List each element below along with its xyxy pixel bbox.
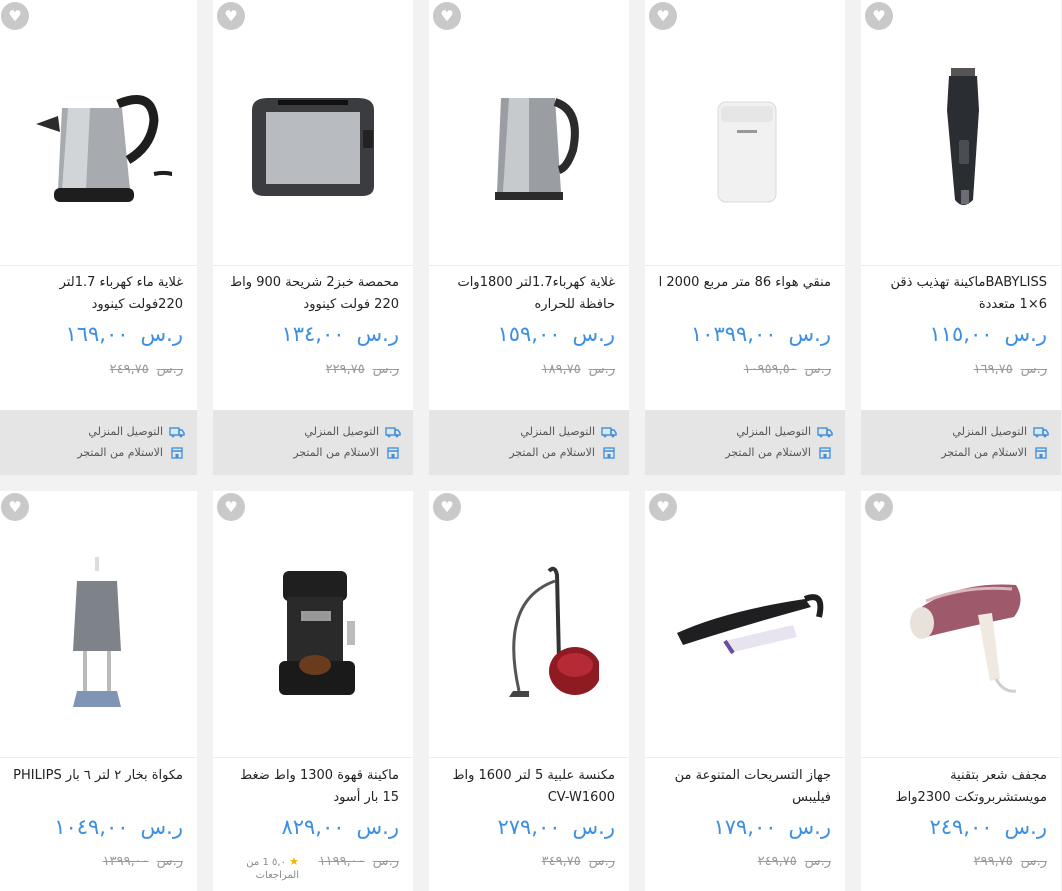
product-card[interactable]: ♥ مجفف شعر بتقنية مويستشربروتكت 2300واط … [861,491,1061,891]
heart-icon[interactable]: ♥ [433,493,461,521]
product-price: ر.س٢٤٩,٠٠ [929,815,1047,839]
home-delivery-label: التوصيل المنزلي [952,425,1027,438]
divider [429,265,629,266]
delivery-options: التوصيل المنزلي الاستلام من المتجر [861,410,1061,475]
product-card[interactable]: ♥ غلاية كهرباء1.7لتر 1800وات حافظة للحرا… [429,0,629,475]
product-price: ر.س٢٧٩,٠٠ [497,815,615,839]
truck-icon [817,426,833,437]
divider [429,757,629,758]
product-title[interactable]: BABYLISSماكينة تهذيب ذقن 6×1 متعددة [871,272,1047,316]
heart-icon[interactable]: ♥ [1,493,29,521]
truck-icon [601,426,617,437]
garment-steamer-image[interactable] [0,511,197,741]
old-price: ر.س١٨٩,٧٥ [541,362,615,377]
product-card[interactable]: ♥ مكواة بخار ٢ لتر ٦ بار PHILIPS ر.س١٠٤٩… [0,491,197,891]
store-icon [1035,446,1047,459]
heart-icon[interactable]: ♥ [649,2,677,30]
product-title[interactable]: مكواة بخار ٢ لتر ٦ بار PHILIPS [7,765,183,787]
store-icon [603,446,615,459]
hair-styler-image[interactable] [645,511,845,741]
steel-kettle-image[interactable] [429,20,629,250]
beard-trimmer-image[interactable] [861,20,1061,250]
heart-icon[interactable]: ♥ [217,2,245,30]
product-price: ر.س١٠٣٩٩,٠٠ [690,322,831,346]
divider [861,757,1061,758]
store-pickup-label: الاستلام من المتجر [725,446,811,459]
delivery-options: التوصيل المنزلي الاستلام من المتجر [645,410,845,475]
home-delivery-label: التوصيل المنزلي [520,425,595,438]
heart-icon[interactable]: ♥ [1,2,29,30]
product-price: ر.س١٥٩,٠٠ [497,322,615,346]
store-icon [819,446,831,459]
coffee-machine-image[interactable] [213,511,413,741]
kettle-image[interactable] [0,20,197,250]
product-title[interactable]: منقي هواء 86 متر مربع 2000 ا [655,272,831,294]
old-price: ر.س٢٤٩,٧٥ [109,362,183,377]
product-price: ر.س٨٢٩,٠٠ [281,815,399,839]
rating: ★ ٥,٠ 1 من المراجعات [246,855,299,881]
store-pickup-label: الاستلام من المتجر [941,446,1027,459]
delivery-options: التوصيل المنزلي الاستلام من المتجر [0,410,197,475]
store-pickup-label: الاستلام من المتجر [509,446,595,459]
store-icon [387,446,399,459]
old-price: ر.س١٦٩,٧٥ [973,362,1047,377]
heart-icon[interactable]: ♥ [217,493,245,521]
old-price: ر.س٣٤٩,٧٥ [541,854,615,869]
divider [213,757,413,758]
divider [861,265,1061,266]
store-icon [171,446,183,459]
product-price: ر.س١٦٩,٠٠ [65,322,183,346]
toaster-image[interactable] [213,20,413,250]
air-purifier-image[interactable] [645,20,845,250]
product-card[interactable]: ♥ منقي هواء 86 متر مربع 2000 ا ر.س١٠٣٩٩,… [645,0,845,475]
product-title[interactable]: محمصة خبز2 شريحة 900 واط 220 فولت كينوود [223,272,399,316]
product-title[interactable]: غلاية كهرباء1.7لتر 1800وات حافظة للحراره [439,272,615,316]
heart-icon[interactable]: ♥ [865,2,893,30]
divider [645,265,845,266]
old-price: ر.س٢٤٩,٧٥ [757,854,831,869]
product-title[interactable]: غلاية ماء كهرباء 1.7لتر 220فولت كينوود [7,272,183,316]
divider [645,757,845,758]
home-delivery-label: التوصيل المنزلي [304,425,379,438]
old-price: ر.س١١٩٩,٠٠ [318,854,399,869]
product-card[interactable]: ♥ BABYLISSماكينة تهذيب ذقن 6×1 متعددة ر.… [861,0,1061,475]
heart-icon[interactable]: ♥ [649,493,677,521]
truck-icon [385,426,401,437]
delivery-options: التوصيل المنزلي الاستلام من المتجر [429,410,629,475]
heart-icon[interactable]: ♥ [865,493,893,521]
star-icon: ★ [289,855,299,868]
home-delivery-label: التوصيل المنزلي [736,425,811,438]
product-price: ر.س١٣٤,٠٠ [281,322,399,346]
product-card[interactable]: ♥ جهاز التسريحات المتنوعة من فيليبس ر.س١… [645,491,845,891]
product-title[interactable]: مجفف شعر بتقنية مويستشربروتكت 2300واط [871,765,1047,809]
old-price: ر.س٢٩٩,٧٥ [973,854,1047,869]
product-price: ر.س١١٥,٠٠ [929,322,1047,346]
product-title[interactable]: مكنسة علبية 5 لتر 1600 واط CV-W1600 [439,765,615,809]
product-title[interactable]: ماكينة قهوة 1300 واط ضغط 15 بار أسود [223,765,399,809]
divider [0,265,197,266]
hair-dryer-image[interactable] [861,511,1061,741]
delivery-options: التوصيل المنزلي الاستلام من المتجر [213,410,413,475]
store-pickup-label: الاستلام من المتجر [293,446,379,459]
product-card[interactable]: ♥ مكنسة علبية 5 لتر 1600 واط CV-W1600 ر.… [429,491,629,891]
product-price: ر.س١٠٤٩,٠٠ [54,815,183,839]
product-card[interactable]: ♥ ماكينة قهوة 1300 واط ضغط 15 بار أسود ر… [213,491,413,891]
old-price: ر.س١٣٩٩,٠٠ [102,854,183,869]
truck-icon [169,426,185,437]
heart-icon[interactable]: ♥ [433,2,461,30]
product-card[interactable]: ♥ محمصة خبز2 شريحة 900 واط 220 فولت كينو… [213,0,413,475]
divider [213,265,413,266]
product-price: ر.س١٧٩,٠٠ [713,815,831,839]
vacuum-image[interactable] [429,511,629,741]
divider [0,757,197,758]
old-price: ر.س١٠٩٥٩,٥٠ [743,362,831,377]
product-title[interactable]: جهاز التسريحات المتنوعة من فيليبس [655,765,831,809]
old-price: ر.س٢٢٩,٧٥ [325,362,399,377]
home-delivery-label: التوصيل المنزلي [88,425,163,438]
product-card[interactable]: ♥ غلاية ماء كهرباء 1.7لتر 220فولت كينوود… [0,0,197,475]
store-pickup-label: الاستلام من المتجر [77,446,163,459]
truck-icon [1033,426,1049,437]
